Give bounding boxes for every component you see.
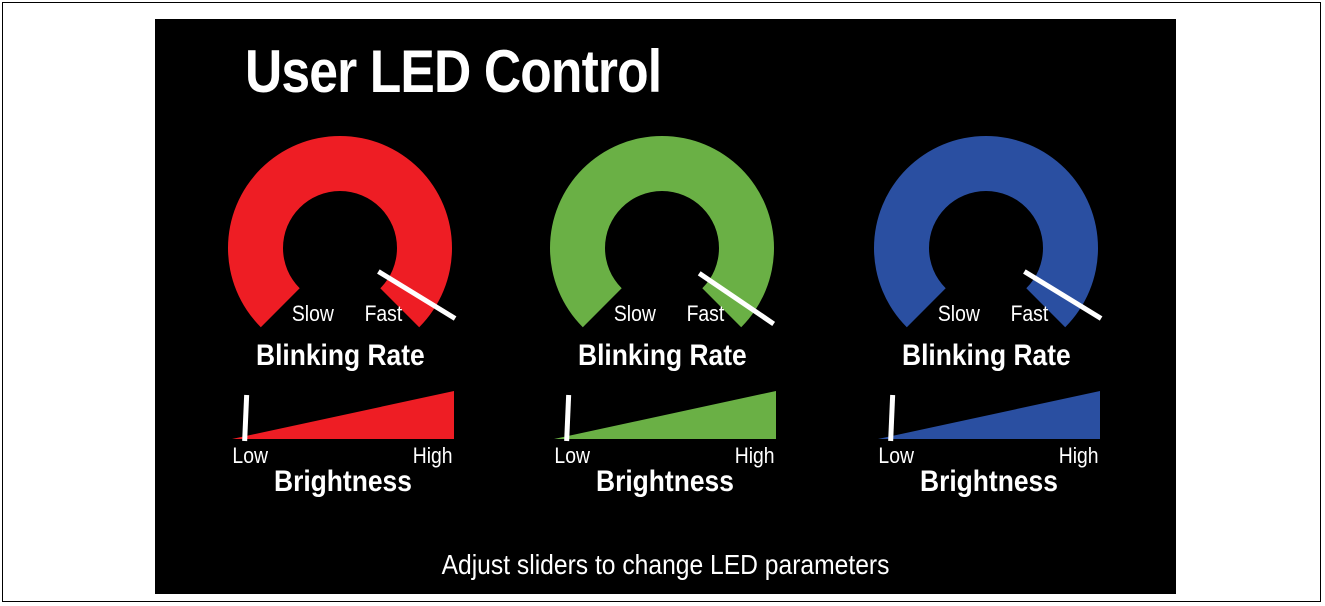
slow-label: Slow — [937, 301, 980, 326]
blinking-rate-dial-blue[interactable] — [874, 136, 1114, 336]
fast-label: Fast — [1010, 301, 1049, 326]
blinking-rate-label: Blinking Rate — [256, 339, 425, 372]
led-module-green: Slow Fast Blinking Rate Low High Brightn… — [477, 19, 776, 519]
brightness-slider-red[interactable] — [232, 391, 460, 442]
blinking-rate-label: Blinking Rate — [578, 339, 747, 372]
fast-label: Fast — [686, 301, 725, 326]
brightness-slider-handle — [564, 394, 572, 442]
high-label: High — [1058, 443, 1099, 468]
instructions-text: Adjust sliders to change LED parameters — [441, 549, 890, 580]
brightness-slider-green[interactable] — [554, 391, 782, 442]
led-control-panel: User LED Control Slow Fast Blinking Rate… — [155, 19, 1176, 594]
slow-label: Slow — [613, 301, 656, 326]
slow-label: Slow — [291, 301, 334, 326]
brightness-ramp — [878, 391, 1100, 439]
high-label: High — [734, 443, 775, 468]
brightness-label: Brightness — [920, 465, 1058, 498]
brightness-slider-blue[interactable] — [878, 391, 1106, 442]
brightness-ramp — [232, 391, 454, 439]
blinking-rate-dial-red[interactable] — [228, 136, 468, 336]
blinking-rate-label: Blinking Rate — [902, 339, 1071, 372]
low-label: Low — [878, 443, 914, 468]
brightness-slider-handle — [888, 394, 896, 442]
led-module-blue: Slow Fast Blinking Rate Low High Brightn… — [801, 19, 1103, 519]
brightness-slider-handle — [242, 394, 250, 442]
low-label: Low — [232, 443, 268, 468]
high-label: High — [412, 443, 453, 468]
brightness-ramp — [554, 391, 776, 439]
led-module-red: Slow Fast Blinking Rate Low High Brightn… — [155, 19, 457, 519]
blinking-rate-dial-green[interactable] — [550, 136, 790, 336]
brightness-label: Brightness — [274, 465, 412, 498]
fast-label: Fast — [364, 301, 403, 326]
brightness-label: Brightness — [596, 465, 734, 498]
low-label: Low — [554, 443, 590, 468]
